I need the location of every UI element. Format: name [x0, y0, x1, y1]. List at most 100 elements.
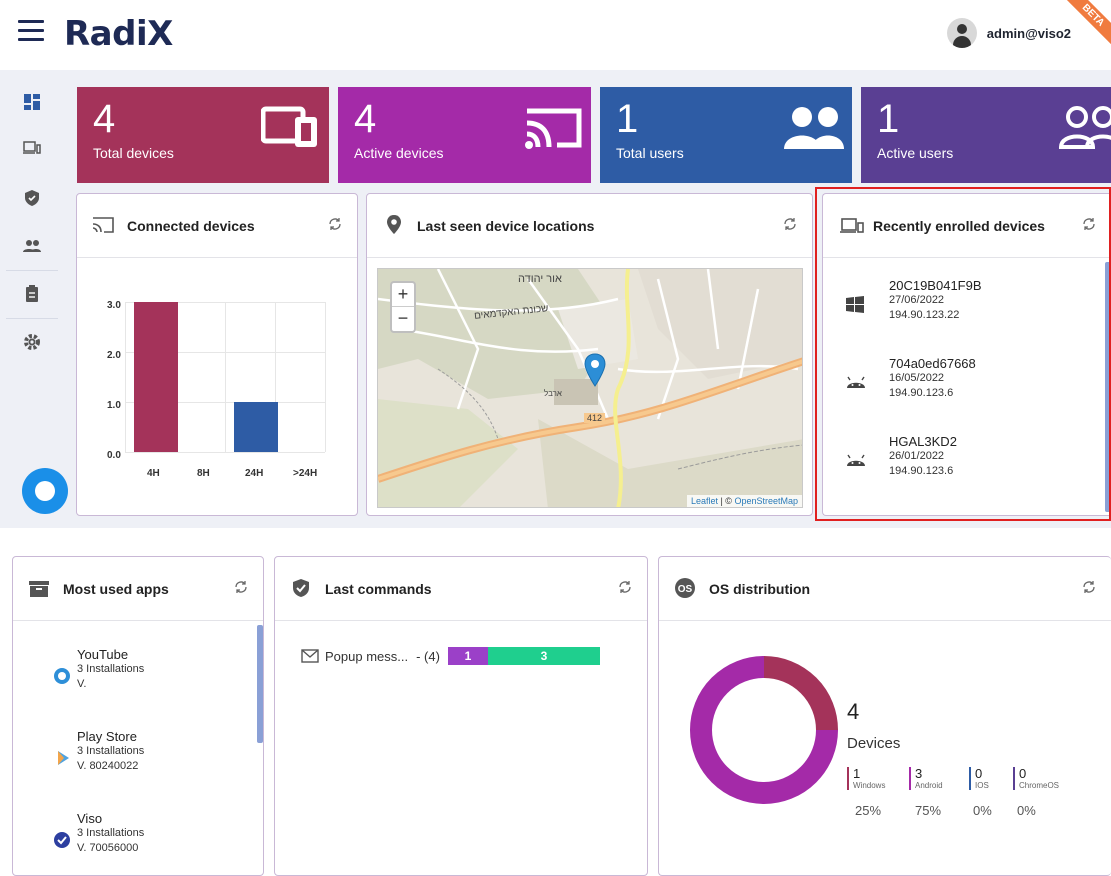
- kpi-active-users[interactable]: 1 Active users: [861, 87, 1111, 183]
- chart-bar[interactable]: [234, 402, 278, 452]
- app-installs: 3 Installations: [77, 745, 145, 757]
- refresh-icon[interactable]: [782, 216, 798, 232]
- zoom-in-button[interactable]: +: [392, 283, 414, 307]
- nav-devices-icon[interactable]: [22, 138, 42, 158]
- y-tick-label: 3.0: [107, 300, 121, 311]
- os-stat-count: 1: [853, 766, 861, 781]
- chart-gridline: [225, 302, 226, 452]
- avatar-icon[interactable]: [946, 18, 977, 48]
- os-stat-percent: 25%: [855, 803, 882, 818]
- kpi-total-users[interactable]: 1 Total users: [600, 87, 852, 183]
- os-stat-ios: 0 IOS: [969, 767, 989, 790]
- card-header: Last seen device locations: [367, 194, 812, 258]
- side-nav: [0, 70, 64, 528]
- os-stat-percent: 75%: [915, 803, 942, 818]
- apps-scrollbar[interactable]: [257, 625, 263, 743]
- card-title: Last commands: [325, 581, 432, 597]
- app-list-item[interactable]: Play Store 3 Installations V. 80240022: [29, 729, 144, 774]
- y-tick-label: 0.0: [107, 450, 121, 461]
- cast-icon: [92, 217, 114, 233]
- user-menu[interactable]: admin@viso2: [946, 18, 1071, 48]
- nav-divider: [6, 270, 58, 271]
- app-installs: 3 Installations: [77, 663, 145, 675]
- command-count: - (4): [416, 648, 440, 664]
- nav-settings-icon[interactable]: [22, 332, 42, 352]
- nav-users-icon[interactable]: [22, 236, 42, 256]
- app-name: Viso: [77, 811, 103, 826]
- card-header: Most used apps: [13, 557, 263, 621]
- os-donut-chart[interactable]: [689, 655, 839, 805]
- connected-devices-card: Connected devices 3.0 2.0 1.0 0.0 4H 8H …: [76, 193, 358, 516]
- os-distribution-card: OS OS distribution 4 Devices 1 Windows 3…: [658, 556, 1111, 876]
- kpi-total-devices[interactable]: 4 Total devices: [77, 87, 329, 183]
- nav-security-icon[interactable]: [22, 188, 42, 208]
- connected-devices-chart: 3.0 2.0 1.0 0.0 4H 8H 24H >24H: [77, 258, 357, 516]
- os-stat-count: 3: [915, 766, 923, 781]
- nav-reports-icon[interactable]: [22, 284, 42, 304]
- refresh-icon[interactable]: [1081, 579, 1097, 595]
- map-tiles[interactable]: [378, 269, 803, 508]
- os-stat-count: 0: [975, 766, 983, 781]
- app-list-item[interactable]: YouTube 3 Installations V.: [29, 647, 144, 692]
- app-version: V. 80240022: [77, 760, 139, 772]
- command-row[interactable]: Popup mess... - (4) 1 3: [301, 647, 600, 665]
- y-tick-label: 1.0: [107, 400, 121, 411]
- device-map[interactable]: אור יהודה שכונת האקדמאים 412 ארבל + − Le…: [377, 268, 803, 508]
- card-header: Last commands: [275, 557, 647, 621]
- refresh-icon[interactable]: [233, 579, 249, 595]
- chat-icon[interactable]: [22, 468, 68, 514]
- os-stat-name: ChromeOS: [1019, 781, 1060, 790]
- os-total: 4: [847, 699, 860, 724]
- mail-icon: [301, 649, 319, 663]
- most-used-apps-card: Most used apps YouTube 3 Installations V…: [12, 556, 264, 876]
- last-commands-card: Last commands Popup mess... - (4) 1 3: [274, 556, 648, 876]
- os-stat-windows: 1 Windows: [847, 767, 885, 790]
- chart-gridline: [325, 302, 326, 452]
- kpi-value: 1: [877, 97, 900, 141]
- users-icon: [784, 107, 844, 149]
- card-title: Last seen device locations: [417, 218, 595, 234]
- map-attribution: Leaflet | © OpenStreetMap: [686, 495, 802, 507]
- x-tick-label: 8H: [197, 468, 210, 479]
- x-tick-label: 24H: [245, 468, 264, 479]
- play-store-icon: [58, 751, 69, 765]
- youtube-app-icon: [54, 668, 70, 684]
- kpi-active-devices[interactable]: 4 Active devices: [338, 87, 591, 183]
- map-label: אור יהודה: [518, 273, 562, 285]
- os-stat-name: Windows: [853, 781, 886, 790]
- svg-text:OS: OS: [678, 584, 693, 595]
- kpi-label: Active users: [877, 145, 954, 161]
- chart-gridline: [125, 452, 325, 453]
- refresh-icon[interactable]: [617, 579, 633, 595]
- x-tick-label: 4H: [147, 468, 160, 479]
- x-tick-label: >24H: [293, 468, 318, 479]
- map-road-label: 412: [584, 413, 606, 423]
- highlight-box: [815, 187, 1111, 521]
- nav-dashboard-icon[interactable]: [22, 92, 42, 112]
- os-stat-percent: 0%: [973, 803, 992, 818]
- app-list-item[interactable]: Viso 3 Installations V. 70056000: [29, 811, 144, 856]
- app-logo[interactable]: RadiX: [64, 14, 173, 54]
- user-email[interactable]: admin@viso2: [987, 26, 1071, 41]
- zoom-out-button[interactable]: −: [392, 307, 414, 331]
- osm-link[interactable]: OpenStreetMap: [734, 496, 798, 506]
- menu-icon[interactable]: [18, 20, 44, 44]
- attribution-separator: | ©: [717, 496, 735, 506]
- os-stat-name: IOS: [975, 781, 989, 790]
- leaflet-link[interactable]: Leaflet: [691, 496, 718, 506]
- command-done-count: 3: [487, 647, 600, 665]
- app-name: YouTube: [77, 647, 129, 662]
- chart-gridline: [125, 302, 126, 452]
- map-marker-icon[interactable]: [584, 353, 606, 387]
- os-icon: OS: [675, 578, 695, 598]
- refresh-icon[interactable]: [327, 216, 343, 232]
- app-name: Play Store: [77, 729, 137, 744]
- archive-icon: [29, 581, 49, 597]
- shield-check-icon: [293, 579, 309, 597]
- card-header: OS OS distribution: [659, 557, 1111, 621]
- kpi-label: Total users: [616, 145, 684, 161]
- location-pin-icon: [387, 215, 401, 234]
- map-label: ארבל: [544, 389, 562, 398]
- os-stat-count: 0: [1019, 766, 1027, 781]
- chart-bar[interactable]: [134, 302, 178, 452]
